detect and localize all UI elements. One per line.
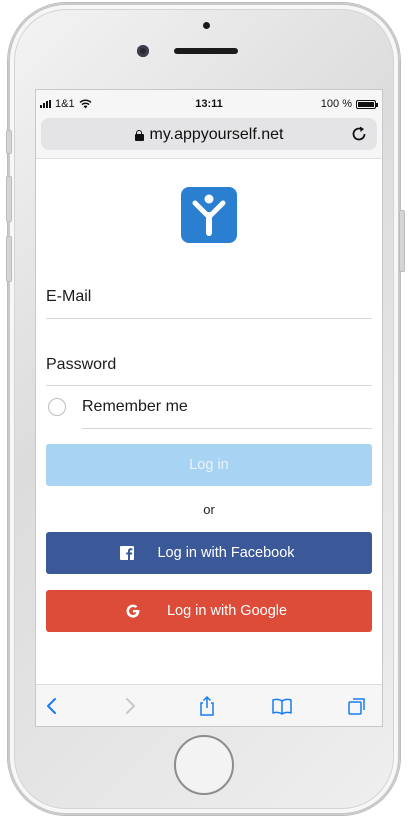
- facebook-login-button[interactable]: Log in with Facebook: [46, 532, 372, 574]
- facebook-button-label: Log in with Facebook: [157, 545, 295, 561]
- front-camera: [137, 45, 149, 57]
- volume-down-button: [6, 236, 12, 282]
- browser-toolbar: [36, 684, 382, 726]
- google-login-button[interactable]: Log in with Google: [46, 590, 372, 632]
- remember-underline: [82, 428, 372, 429]
- volume-up-button: [6, 176, 12, 222]
- email-label: E-Mail: [46, 288, 92, 305]
- status-bar: 1&1 13:11 100 %: [36, 90, 382, 114]
- email-underline: [46, 318, 372, 319]
- back-icon[interactable]: [42, 695, 64, 717]
- app-logo: [181, 187, 237, 243]
- reload-icon[interactable]: [349, 124, 369, 144]
- power-button: [399, 210, 405, 272]
- home-button[interactable]: [174, 735, 234, 795]
- url-text: my.appyourself.net: [149, 126, 284, 143]
- login-button-label: Log in: [189, 457, 229, 473]
- remember-me-label: Remember me: [82, 398, 188, 415]
- facebook-icon: [120, 546, 134, 560]
- google-button-label: Log in with Google: [166, 603, 288, 619]
- or-separator: or: [203, 502, 215, 517]
- bookmarks-icon[interactable]: [271, 695, 293, 717]
- address-bar[interactable]: my.appyourself.net: [41, 118, 377, 150]
- browser-address-area: my.appyourself.net: [36, 114, 382, 159]
- forward-icon[interactable]: [118, 695, 140, 717]
- login-button[interactable]: Log in: [46, 444, 372, 486]
- password-underline: [46, 385, 372, 386]
- mute-switch: [6, 130, 12, 154]
- tabs-icon[interactable]: [346, 695, 368, 717]
- share-icon[interactable]: [196, 695, 218, 717]
- password-field[interactable]: Password: [46, 356, 116, 374]
- password-label: Password: [46, 356, 117, 373]
- battery-icon: [356, 99, 378, 109]
- earpiece-speaker: [174, 48, 238, 54]
- battery-percentage: 100 %: [320, 98, 352, 110]
- proximity-sensor: [203, 22, 210, 29]
- phone-screen: 1&1 13:11 100 % my.appyourself.net E-Mai…: [36, 90, 382, 726]
- lock-icon: [134, 129, 144, 141]
- remember-me-radio[interactable]: [48, 398, 66, 416]
- person-logo-icon: [192, 194, 226, 236]
- google-icon: [126, 604, 140, 618]
- email-field[interactable]: E-Mail: [46, 288, 91, 306]
